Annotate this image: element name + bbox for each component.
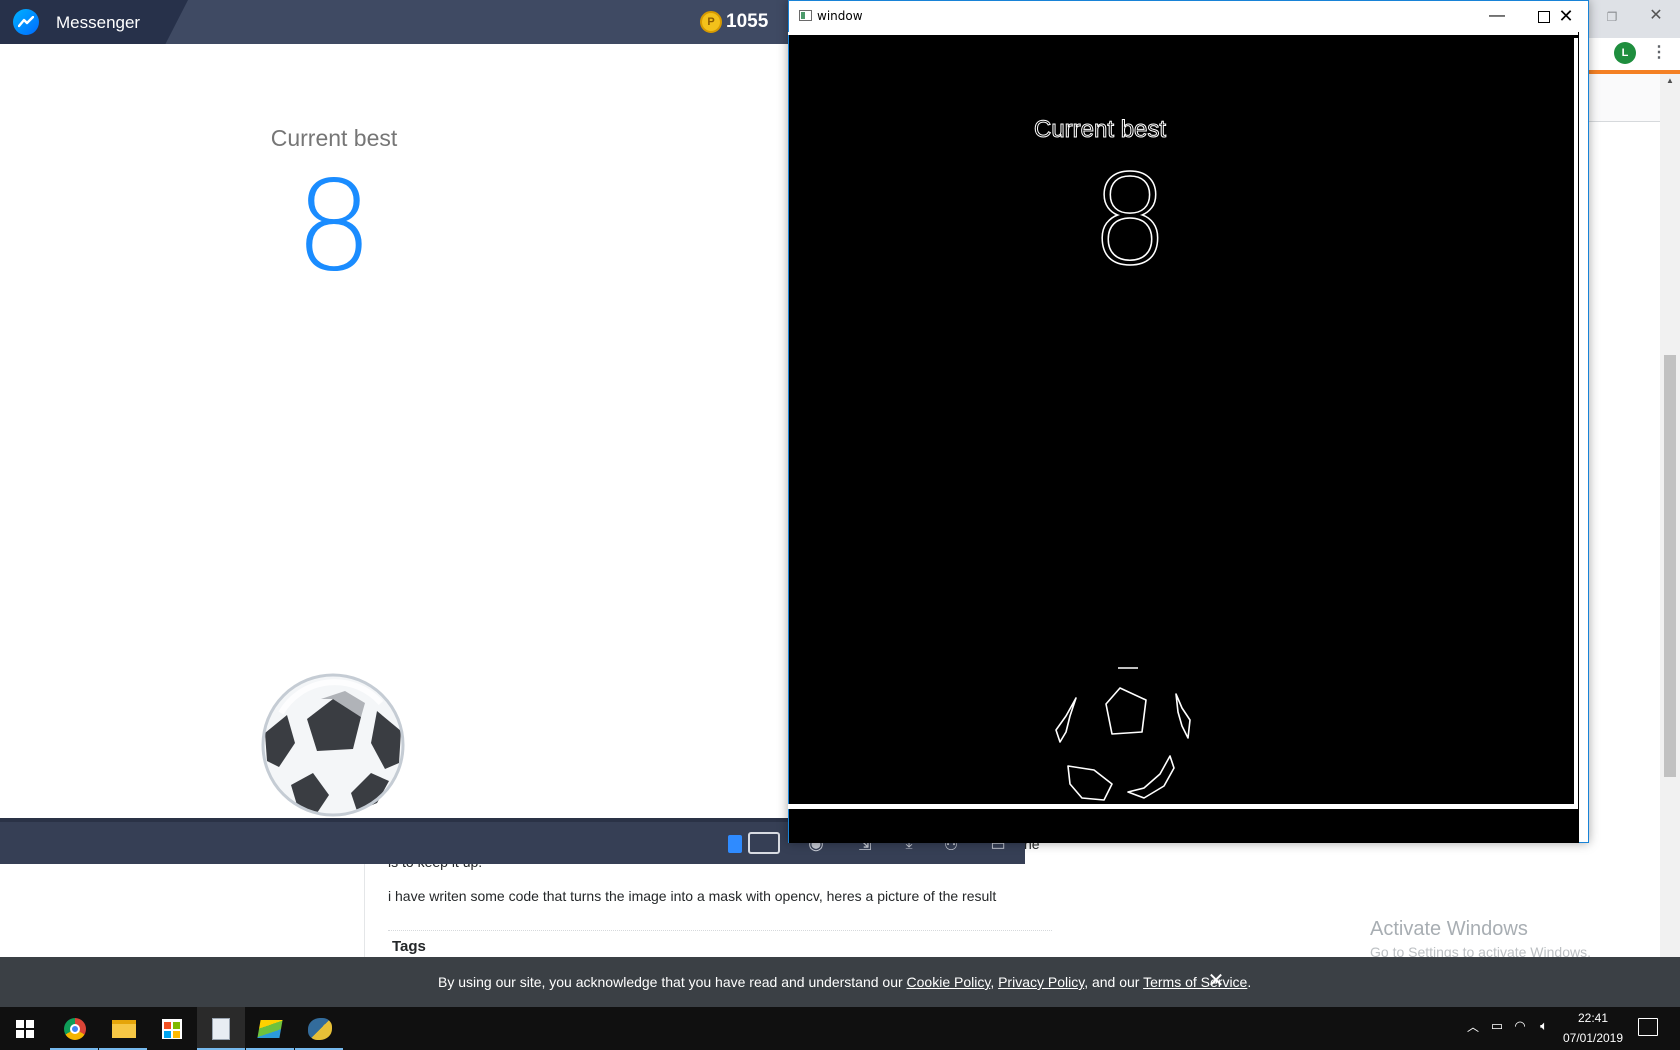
activate-windows-watermark: Activate Windows (1370, 918, 1528, 940)
browser-menu-icon[interactable]: ⋮ (1650, 42, 1668, 64)
tags-heading: Tags (392, 938, 426, 955)
close-button[interactable]: ✕ (1543, 1, 1589, 31)
coin-icon: P (700, 11, 722, 33)
site-header (1588, 74, 1660, 122)
wifi-icon[interactable]: ◠ (1510, 1018, 1530, 1038)
mask-soccer-ball-outline (1055, 667, 1191, 801)
mask-best-score: 8 (1090, 149, 1170, 293)
taskbar-bluestacks-button[interactable] (246, 1007, 294, 1050)
taskbar-chrome-button[interactable] (50, 1007, 98, 1050)
minimize-button[interactable]: — (1474, 1, 1520, 31)
post-divider (388, 930, 1052, 931)
lock-icon[interactable] (728, 835, 742, 853)
start-button[interactable] (0, 1007, 48, 1050)
clock-time[interactable]: 22:41 (1562, 1011, 1624, 1025)
cookie-policy-link[interactable]: Cookie Policy (907, 974, 991, 990)
chrome-icon (64, 1018, 86, 1040)
python-icon (308, 1018, 332, 1040)
volume-icon[interactable]: 🔈︎ (1534, 1018, 1554, 1038)
opencv-window-titlebar[interactable] (789, 1, 1588, 32)
clock-date[interactable]: 07/01/2019 (1558, 1031, 1628, 1045)
action-center-icon[interactable] (1638, 1018, 1658, 1036)
browser-close-icon[interactable]: ✕ (1644, 4, 1668, 28)
folder-icon (112, 1020, 136, 1038)
cookie-text-suffix: . (1247, 974, 1252, 990)
privacy-policy-link[interactable]: Privacy Policy (998, 974, 1084, 990)
mask-edge-line (1574, 38, 1578, 804)
battery-icon[interactable]: ▭ (1487, 1018, 1507, 1038)
page-scrollbar-thumb[interactable] (1664, 355, 1676, 777)
messenger-logo-icon (13, 9, 39, 35)
notepad-icon (212, 1018, 230, 1040)
mask-ground-line (788, 804, 1578, 809)
opencv-window-title: window (817, 9, 863, 23)
game-best-score: 8 (294, 155, 374, 299)
coin-count: 1055 (726, 11, 769, 32)
soccer-ball-icon[interactable] (261, 673, 405, 817)
terms-of-service-link[interactable]: Terms of Service (1143, 974, 1247, 990)
keyboard-icon[interactable] (748, 832, 780, 854)
cookie-banner-text: By using our site, you acknowledge that … (438, 974, 1251, 990)
cookie-banner-close-icon[interactable]: ✕ (1205, 970, 1227, 992)
tray-chevron-up-icon[interactable]: ︿ (1465, 1018, 1481, 1038)
profile-avatar[interactable]: L (1614, 42, 1636, 64)
taskbar-file-explorer-button[interactable] (99, 1007, 147, 1050)
game-best-label: Current best (270, 125, 398, 151)
mask-edge-line (788, 32, 1578, 35)
windows-logo-icon (16, 1020, 34, 1038)
mask-best-label: Current best (1033, 116, 1167, 144)
messenger-bolt-icon (18, 16, 34, 28)
cookie-text-sep: , and our (1084, 974, 1144, 990)
post-body-text: i have writen some code that turns the i… (388, 888, 997, 904)
bluestacks-icon (257, 1020, 283, 1038)
browser-restore-icon[interactable]: ❐ (1600, 6, 1624, 28)
sidebar-divider (364, 862, 365, 957)
taskbar-notepad-button[interactable] (197, 1007, 245, 1050)
cookie-text-prefix: By using our site, you acknowledge that … (438, 974, 907, 990)
taskbar-store-button[interactable] (148, 1007, 196, 1050)
scroll-up-arrow-icon[interactable]: ▲ (1660, 74, 1680, 88)
store-icon (162, 1019, 182, 1039)
taskbar-python-button[interactable] (295, 1007, 343, 1050)
cookie-text-sep: , (990, 974, 999, 990)
messenger-title: Messenger (56, 13, 141, 32)
window-app-icon (799, 10, 812, 21)
